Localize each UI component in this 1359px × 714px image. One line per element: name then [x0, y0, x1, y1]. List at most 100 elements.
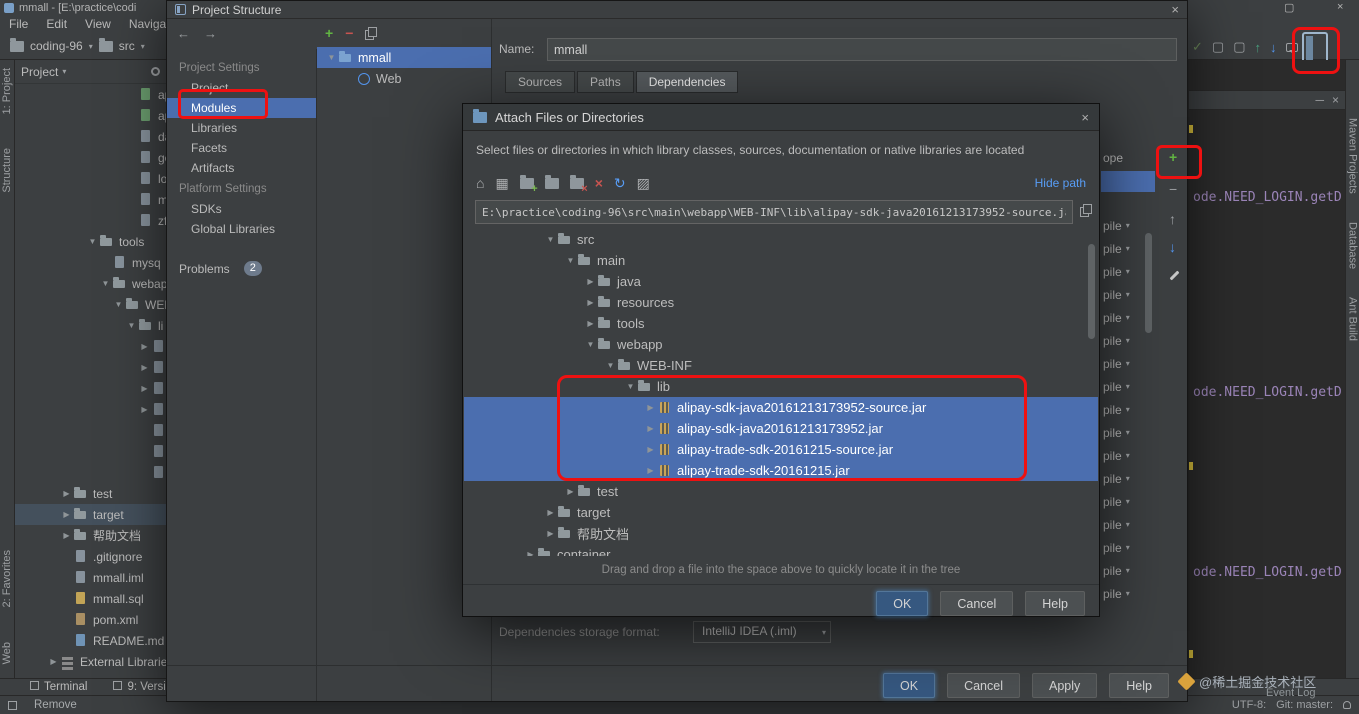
project-tree-row[interactable]: 帮助文档 [15, 525, 166, 546]
scope-dropdown[interactable]: pile ▾ [1103, 559, 1163, 582]
toolwindow-tab[interactable]: Maven Projects [1347, 118, 1359, 194]
hide-icon[interactable]: ─ [1315, 93, 1324, 107]
nav-item[interactable]: Project [167, 78, 316, 98]
project-tree-row[interactable]: appli [15, 105, 166, 126]
nav-item[interactable]: Libraries [167, 118, 316, 138]
module-tree-row[interactable]: mmall [317, 47, 491, 68]
project-tree-row[interactable]: mma [15, 189, 166, 210]
tree-toggle-icon[interactable] [86, 237, 99, 246]
scope-dropdown[interactable]: pile ▾ [1103, 421, 1163, 444]
toolwindow-switcher-icon[interactable] [8, 700, 17, 710]
path-input[interactable] [475, 200, 1073, 224]
comment-bubble-icon[interactable] [1285, 43, 1298, 53]
dependencies-scrollbar[interactable] [1145, 171, 1152, 601]
project-tree-row[interactable]: README.md [15, 630, 166, 651]
vcs-update-icon[interactable]: ↑ [1255, 40, 1262, 55]
problems-nav-item[interactable]: Problems 2 [167, 261, 316, 276]
tree-toggle-icon[interactable] [584, 277, 597, 286]
file-tree-row[interactable]: src [464, 229, 1098, 250]
project-tree-row[interactable] [15, 336, 166, 357]
vcs-commit-icon[interactable]: ↓ [1270, 40, 1277, 55]
tree-toggle-icon[interactable] [125, 321, 138, 330]
module-tab[interactable]: Sources [505, 71, 576, 93]
vcs-check-icon[interactable]: ✓ [1192, 39, 1203, 55]
file-tree-row[interactable]: alipay-trade-sdk-20161215.jar [464, 460, 1098, 481]
paste-path-icon[interactable] [1080, 204, 1092, 217]
scope-dropdown[interactable]: pile ▾ [1103, 536, 1163, 559]
nav-item[interactable]: Global Libraries [167, 219, 316, 239]
project-tree-row[interactable]: pom.xml [15, 609, 166, 630]
nav-item[interactable]: Artifacts [167, 158, 316, 178]
nav-item[interactable]: Facets [167, 138, 316, 158]
chevron-down-icon[interactable]: ▾ [62, 67, 66, 76]
status-left-text[interactable]: Remove [34, 699, 77, 711]
dialog-button[interactable]: Apply [1032, 673, 1098, 698]
scope-dropdown[interactable]: pile ▾ [1103, 237, 1163, 260]
tree-toggle-icon[interactable] [60, 531, 73, 540]
project-tree-row[interactable] [15, 357, 166, 378]
file-tree-row[interactable]: webapp [464, 334, 1098, 355]
nav-item[interactable]: Modules [167, 98, 316, 118]
tree-toggle-icon[interactable] [564, 487, 577, 496]
chevron-down-icon[interactable]: ▾ [89, 42, 93, 51]
move-down-icon[interactable]: ↓ [1169, 239, 1176, 255]
tree-toggle-icon[interactable] [60, 489, 73, 498]
scrollbar-thumb[interactable] [1088, 244, 1095, 339]
tree-toggle-icon[interactable] [644, 403, 657, 412]
toolwindow-tab[interactable]: Ant Build [1347, 297, 1359, 341]
tree-toggle-icon[interactable] [138, 405, 151, 414]
project-root-folder-icon[interactable] [544, 174, 559, 189]
delete-folder-icon[interactable] [569, 174, 588, 195]
dialog-button[interactable]: Help [1109, 673, 1169, 698]
tree-toggle-icon[interactable] [644, 445, 657, 454]
hide-path-link[interactable]: Hide path [1035, 176, 1086, 190]
dialog-button[interactable]: OK [883, 673, 936, 698]
project-tree-row[interactable]: test [15, 483, 166, 504]
storage-format-combobox[interactable]: IntelliJ IDEA (.iml) ▾ [693, 621, 831, 643]
menu-item[interactable]: File [0, 16, 37, 33]
scrollbar-thumb[interactable] [1145, 233, 1152, 333]
dialog-button[interactable]: Help [1025, 591, 1085, 616]
tree-toggle-icon[interactable] [584, 319, 597, 328]
scope-dropdown[interactable]: pile ▾ [1103, 467, 1163, 490]
close-icon[interactable]: × [1171, 2, 1179, 17]
project-tree-row[interactable]: gene [15, 147, 166, 168]
file-tree-row[interactable]: alipay-sdk-java20161213173952-source.jar [464, 397, 1098, 418]
toolwindow-tab[interactable]: 2: Favorites [1, 550, 13, 607]
new-folder-icon[interactable] [519, 174, 538, 195]
project-tree-row[interactable]: webapp [15, 273, 166, 294]
back-icon[interactable]: ← [177, 26, 190, 41]
tree-toggle-icon[interactable] [112, 300, 125, 309]
tree-toggle-icon[interactable] [624, 382, 637, 391]
scope-dropdown[interactable]: pile ▾ [1103, 214, 1163, 237]
scope-dropdown[interactable]: pile ▾ [1103, 352, 1163, 375]
file-tree-row[interactable]: 帮助文档 [464, 523, 1098, 544]
scope-dropdown[interactable]: pile ▾ [1103, 398, 1163, 421]
file-tree-row[interactable]: lib [464, 376, 1098, 397]
tree-toggle-icon[interactable] [544, 235, 557, 244]
menu-item[interactable]: View [76, 16, 120, 33]
module-tree-row[interactable]: Web [317, 68, 491, 89]
module-name-input[interactable] [547, 38, 1177, 61]
project-tree-row[interactable]: .gitignore [15, 546, 166, 567]
file-tree-row[interactable]: test [464, 481, 1098, 502]
vcs-window-icon[interactable]: ▢ [1212, 39, 1224, 55]
terminal-tab[interactable]: Terminal [30, 681, 87, 693]
file-tree-row[interactable]: alipay-sdk-java20161213173952.jar [464, 418, 1098, 439]
file-tree-row[interactable]: tools [464, 313, 1098, 334]
module-tab[interactable]: Dependencies [635, 71, 739, 93]
tree-toggle-icon[interactable] [60, 510, 73, 519]
tree-scrollbar[interactable] [1088, 244, 1095, 444]
tree-toggle-icon[interactable] [644, 424, 657, 433]
tree-toggle-icon[interactable] [544, 529, 557, 538]
move-up-icon[interactable]: ↑ [1169, 211, 1176, 227]
project-tree-row[interactable]: target [15, 504, 166, 525]
tree-toggle-icon[interactable] [138, 363, 151, 372]
add-dependency-icon[interactable]: + [1169, 149, 1177, 165]
toolwindow-tab[interactable]: 1: Project [1, 68, 13, 114]
refresh-icon[interactable]: ↻ [614, 175, 626, 192]
file-tree-row[interactable]: target [464, 502, 1098, 523]
project-tree-row[interactable] [15, 399, 166, 420]
breadcrumb-src[interactable]: src [119, 39, 135, 53]
project-tree-row[interactable]: inde [15, 462, 166, 483]
